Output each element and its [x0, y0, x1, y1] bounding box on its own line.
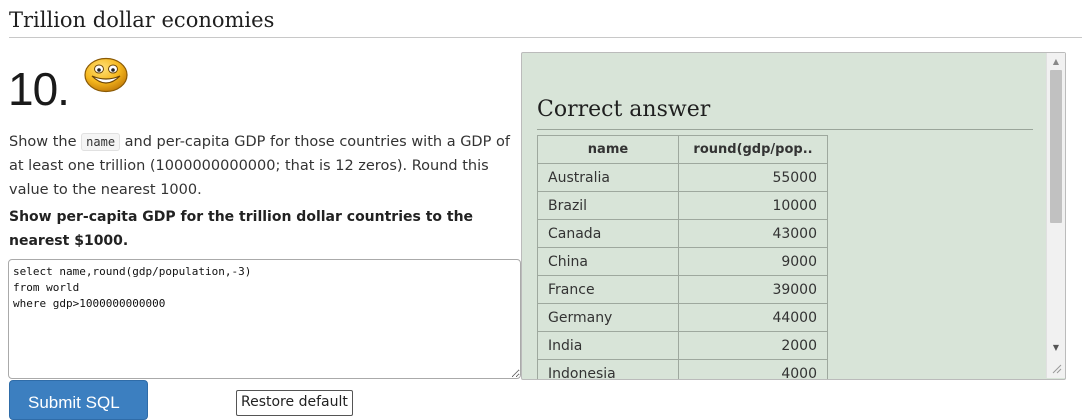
table-row: Brazil 10000	[537, 191, 828, 220]
question-description: Show the name and per-capita GDP for tho…	[9, 130, 524, 202]
correct-answer-panel: Correct answer name round(gdp/pop.. Aust…	[521, 52, 1066, 380]
sql-editor[interactable]	[8, 259, 521, 379]
table-header-row: name round(gdp/pop..	[537, 135, 828, 164]
cell-value: 4000	[678, 359, 828, 379]
cell-name: Germany	[537, 303, 679, 332]
resize-grip-icon[interactable]	[1050, 362, 1062, 374]
table-row: Indonesia 4000	[537, 359, 828, 379]
cell-value: 10000	[678, 191, 828, 220]
cell-value: 44000	[678, 303, 828, 332]
description-text-1: Show the	[9, 134, 82, 150]
cell-name: Brazil	[537, 191, 679, 220]
task-instruction: Show per-capita GDP for the trillion dol…	[9, 209, 474, 249]
cell-name: Australia	[537, 163, 679, 192]
cell-name: China	[537, 247, 679, 276]
result-table: name round(gdp/pop.. Australia 55000 Braz…	[537, 135, 828, 379]
cell-name: Indonesia	[537, 359, 679, 379]
cell-value: 43000	[678, 219, 828, 248]
table-row: Canada 43000	[537, 219, 828, 248]
cell-name: France	[537, 275, 679, 304]
restore-default-button[interactable]: Restore default	[236, 390, 353, 416]
table-row: Germany 44000	[537, 303, 828, 332]
table-row: India 2000	[537, 331, 828, 360]
table-row: Australia 55000	[537, 163, 828, 192]
name-column-code: name	[81, 133, 121, 151]
cell-value: 9000	[678, 247, 828, 276]
page-title: Trillion dollar economies	[9, 8, 275, 32]
table-row: France 39000	[537, 275, 828, 304]
submit-sql-button[interactable]: Submit SQL	[9, 380, 148, 420]
answer-scrollbar[interactable]: ▲ ▼	[1046, 53, 1065, 378]
column-header-name: name	[537, 135, 679, 164]
table-row: China 9000	[537, 247, 828, 276]
cell-name: Canada	[537, 219, 679, 248]
answer-divider	[537, 129, 1033, 130]
smiley-face-icon	[84, 57, 128, 93]
scroll-down-arrow-icon[interactable]: ▼	[1047, 341, 1065, 355]
title-divider	[9, 37, 1082, 38]
answer-title: Correct answer	[537, 97, 711, 122]
cell-value: 39000	[678, 275, 828, 304]
question-number: 10.	[8, 63, 70, 115]
cell-value: 2000	[678, 331, 828, 360]
scroll-up-arrow-icon[interactable]: ▲	[1047, 55, 1065, 69]
cell-value: 55000	[678, 163, 828, 192]
scrollbar-thumb[interactable]	[1050, 70, 1062, 223]
column-header-value: round(gdp/pop..	[678, 135, 828, 164]
cell-name: India	[537, 331, 679, 360]
